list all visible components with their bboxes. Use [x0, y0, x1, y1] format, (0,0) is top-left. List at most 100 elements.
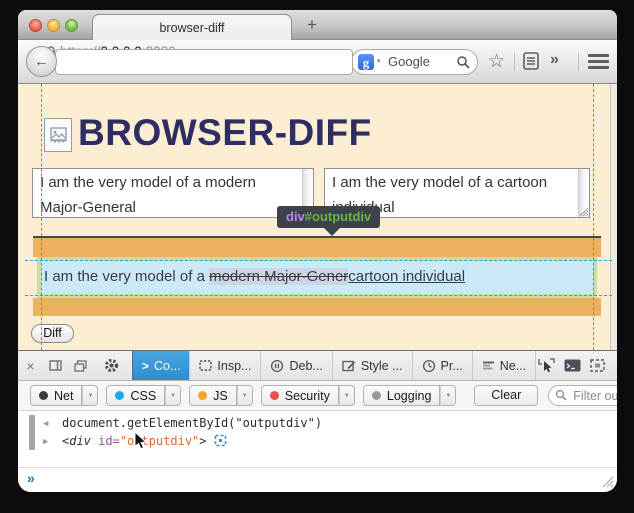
back-button[interactable]: ←: [26, 46, 57, 77]
desktop-background: browser-diff + ← https://0.0.0.0:8080 ▼ …: [0, 0, 634, 513]
net-dot-icon: [39, 391, 48, 400]
separate-window-icon[interactable]: [68, 351, 93, 380]
search-engine-label: Google: [388, 54, 430, 69]
close-window-button[interactable]: [29, 19, 42, 32]
inspector-icon: [199, 360, 212, 371]
js-dot-icon: [198, 391, 207, 400]
network-icon: [482, 360, 495, 371]
element-tag-close: >: [199, 434, 206, 448]
search-bar[interactable]: g ▾ Google: [351, 49, 478, 75]
tab-label: Ne...: [500, 359, 526, 373]
page-viewport: BROWSER-DIFF I am the very model of a mo…: [18, 84, 617, 350]
console-input-line: document.getElementById("outputdiv"): [62, 416, 322, 430]
tooltip-tag: div: [286, 209, 305, 224]
filter-css-dropdown[interactable]: ▼: [165, 385, 181, 406]
tab-debugger[interactable]: Deb...: [260, 351, 331, 380]
console-input-row[interactable]: »: [18, 467, 617, 491]
css-dot-icon: [115, 391, 124, 400]
gear-icon[interactable]: [97, 351, 125, 380]
tab-profiler[interactable]: Pr...: [412, 351, 472, 380]
filter-net-button[interactable]: Net ▼: [30, 385, 98, 406]
bookmarks-menu-icon[interactable]: [522, 51, 540, 71]
filter-label: CSS: [130, 389, 156, 403]
filter-label: Net: [54, 389, 73, 403]
zoom-window-button[interactable]: [65, 19, 78, 32]
tab-label: Co...: [154, 359, 180, 373]
console-output: ◀ document.getElementById("outputdiv") ▶…: [18, 411, 617, 467]
mouse-cursor: [134, 431, 147, 451]
devtools-close-icon[interactable]: ×: [18, 351, 43, 380]
console-entry-marker: [29, 415, 35, 450]
element-attr-name: id=: [91, 434, 120, 448]
security-dot-icon: [270, 391, 279, 400]
console-prompt: »: [27, 470, 35, 486]
left-textarea[interactable]: I am the very model of a modern Major-Ge…: [32, 168, 314, 218]
filter-search-icon: [555, 389, 567, 401]
element-attr-value: "outputdiv": [120, 434, 199, 448]
filter-security-dropdown[interactable]: ▼: [339, 385, 355, 406]
expand-arrow-icon[interactable]: ▶: [43, 437, 48, 447]
inspector-guide-vertical-right: [593, 84, 594, 350]
inspector-highlight: I am the very model of a modern Major-Ge…: [33, 238, 601, 316]
filter-logging-dropdown[interactable]: ▼: [440, 385, 456, 406]
diff-added: cartoon individual: [348, 268, 465, 285]
menu-icon[interactable]: [588, 54, 609, 72]
style-editor-icon: [342, 360, 356, 372]
inspector-guide-horizontal-bottom: [25, 295, 612, 296]
debugger-icon: [270, 359, 284, 373]
minimize-window-button[interactable]: [47, 19, 60, 32]
filter-css-button[interactable]: CSS ▼: [106, 385, 181, 406]
nav-toolbar: ← https://0.0.0.0:8080 ▼ ↻ g ▾ Google ☆: [18, 40, 617, 84]
node-infobar-tooltip: div#outputdiv: [277, 206, 380, 228]
diff-result-text: I am the very model of a modern Major-Ge…: [41, 261, 593, 293]
logging-dot-icon: [372, 391, 381, 400]
pick-element-icon[interactable]: [538, 358, 555, 373]
filter-js-dropdown[interactable]: ▼: [237, 385, 253, 406]
tab-label: Insp...: [217, 359, 251, 373]
toolbar-divider: [514, 53, 515, 71]
diff-removed: modern Major-Gener: [209, 268, 348, 285]
inspector-guide-horizontal-top: [25, 260, 612, 261]
tab-bar: browser-diff +: [18, 10, 617, 40]
engine-dropdown-icon[interactable]: ▾: [377, 57, 381, 65]
tab-network[interactable]: Ne...: [472, 351, 536, 380]
textarea-resize-grip[interactable]: [577, 205, 589, 217]
filter-label: JS: [213, 389, 228, 403]
collapse-arrow-icon[interactable]: ◀: [43, 419, 48, 429]
filter-js-button[interactable]: JS ▼: [189, 385, 253, 406]
scratchpad-icon[interactable]: [564, 359, 581, 372]
dock-side-icon[interactable]: [43, 351, 68, 380]
browser-window: browser-diff + ← https://0.0.0.0:8080 ▼ …: [18, 10, 617, 492]
filter-label: Security: [285, 389, 330, 403]
filter-security-button[interactable]: Security ▼: [261, 385, 355, 406]
tooltip-id: #outputdiv: [305, 209, 371, 224]
filter-output-wrap: [548, 385, 617, 406]
tab-style-editor[interactable]: Style ...: [332, 351, 412, 380]
bookmark-star-icon[interactable]: ☆: [488, 50, 505, 73]
tab-console[interactable]: > Co...: [132, 351, 189, 380]
new-tab-button[interactable]: +: [307, 15, 317, 35]
filter-label: Logging: [387, 389, 432, 403]
tab-label: Style ...: [361, 359, 403, 373]
tab-label: Pr...: [441, 359, 463, 373]
tooltip-arrow: [324, 228, 340, 236]
clear-button[interactable]: Clear: [474, 385, 538, 406]
search-icon[interactable]: [456, 55, 470, 69]
responsive-mode-icon[interactable]: [590, 359, 605, 372]
url-bar[interactable]: [55, 49, 353, 75]
filter-net-dropdown[interactable]: ▼: [82, 385, 98, 406]
page-scrollbar[interactable]: [610, 84, 617, 350]
profiler-icon: [422, 359, 436, 373]
inspect-element-icon[interactable]: [214, 434, 227, 447]
diff-unchanged: I am the very model of a: [44, 268, 209, 285]
tab-inspector[interactable]: Insp...: [189, 351, 260, 380]
filter-logging-button[interactable]: Logging ▼: [363, 385, 457, 406]
diff-button[interactable]: Diff: [31, 324, 74, 343]
page-title: BROWSER-DIFF: [78, 112, 372, 154]
inspector-guide-vertical-left: [41, 84, 42, 350]
overflow-icon[interactable]: »: [550, 51, 559, 69]
google-engine-icon[interactable]: g: [358, 54, 374, 70]
window-resize-grip[interactable]: [599, 473, 614, 488]
tab-label: Deb...: [289, 359, 322, 373]
tab-browser-diff[interactable]: browser-diff: [92, 14, 292, 40]
